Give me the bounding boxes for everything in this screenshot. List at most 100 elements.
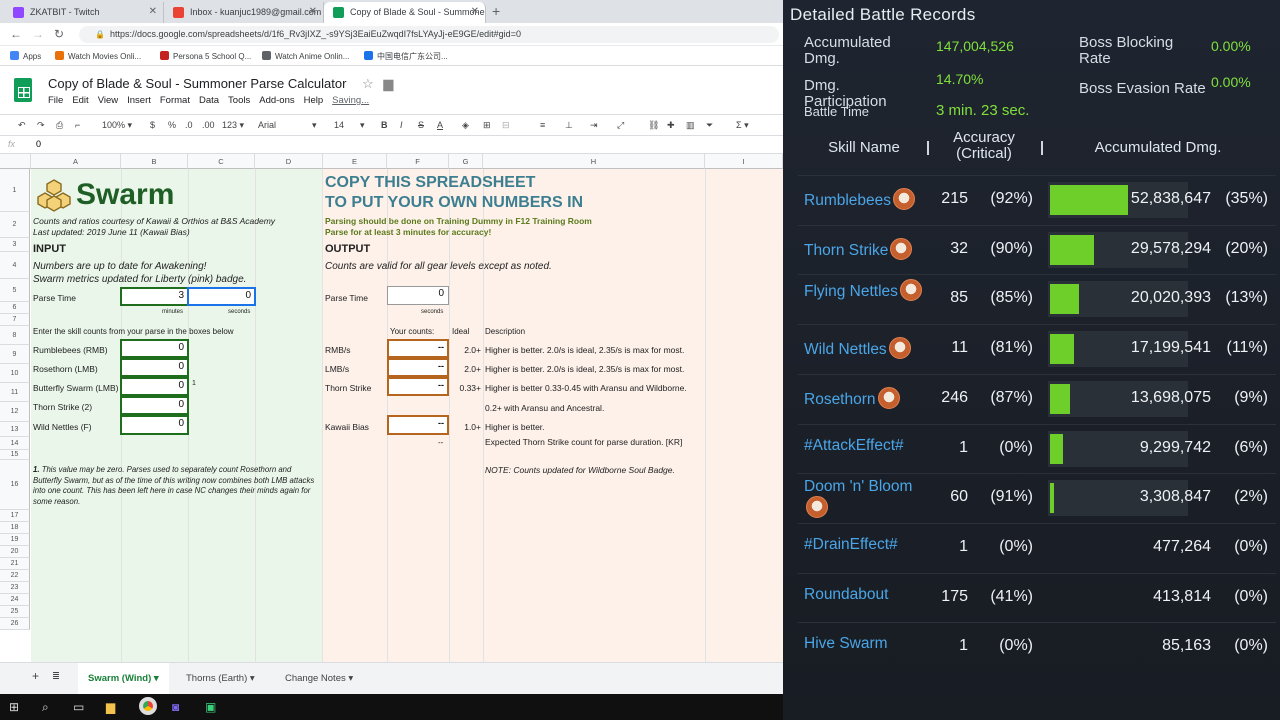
bookmark-anime[interactable]: Watch Anime Onlin... — [262, 51, 349, 61]
back-icon[interactable]: ← — [10, 27, 22, 41]
document-title[interactable]: Copy of Blade & Soul - Summoner Parse Ca… — [48, 76, 393, 92]
row-header[interactable]: 15 — [0, 450, 30, 460]
merge-icon[interactable]: ⊟ — [502, 120, 510, 131]
italic-button[interactable]: I — [400, 120, 403, 130]
thorn-strike-input[interactable]: 0 — [120, 396, 189, 415]
rotate-icon[interactable]: ⤢ — [617, 120, 624, 131]
menu-addons[interactable]: Add-ons — [259, 95, 294, 106]
minutes-input[interactable]: 3 — [120, 287, 189, 306]
decrease-decimal-button[interactable]: .0 — [185, 120, 193, 130]
strikethrough-button[interactable]: S — [418, 120, 424, 130]
column-header[interactable]: I — [705, 154, 783, 169]
tab-gmail[interactable]: Inbox - kuanjuc1989@gmail.com ✕ — [164, 2, 324, 23]
column-header[interactable]: H — [483, 154, 705, 169]
row-header[interactable]: 9 — [0, 345, 30, 364]
currency-button[interactable]: $ — [150, 120, 155, 130]
row-header[interactable]: 4 — [0, 252, 30, 279]
rumblebees-input[interactable]: 0 — [120, 339, 189, 358]
functions-icon[interactable]: Σ ▾ — [736, 120, 749, 131]
menu-view[interactable]: View — [98, 95, 118, 106]
sheet-tab-thorns[interactable]: Thorns (Earth) ▾ — [186, 673, 255, 684]
star-icon[interactable]: ☆ — [362, 76, 374, 91]
valign-icon[interactable]: ⊥ — [565, 120, 573, 131]
close-icon[interactable]: ✕ — [309, 6, 317, 17]
sheet-tab-change-notes[interactable]: Change Notes ▾ — [285, 673, 353, 684]
new-tab-button[interactable]: + — [492, 3, 500, 19]
bookmark-persona[interactable]: Persona 5 School Q... — [160, 51, 251, 61]
row-header[interactable]: 1 — [0, 169, 30, 212]
fill-color-icon[interactable]: ◈ — [462, 120, 469, 131]
tab-sheets[interactable]: Copy of Blade & Soul - Summoner ✕ — [324, 2, 486, 23]
text-color-button[interactable]: A — [437, 120, 443, 130]
column-header[interactable]: D — [255, 154, 323, 169]
align-icon[interactable]: ≡ — [540, 120, 545, 130]
row-header[interactable]: 3 — [0, 238, 30, 252]
windows-start-icon[interactable]: ⊞ — [9, 700, 19, 714]
column-header[interactable]: B — [121, 154, 188, 169]
sheet-tab-swarm[interactable]: Swarm (Wind) ▾ — [78, 663, 169, 694]
sheets-logo-icon[interactable] — [14, 78, 32, 102]
zoom-select[interactable]: 100% ▾ — [102, 120, 132, 131]
menu-data[interactable]: Data — [199, 95, 219, 106]
menu-tools[interactable]: Tools — [228, 95, 250, 106]
redo-icon[interactable]: ↷ — [37, 120, 45, 131]
row-header[interactable]: 20 — [0, 546, 30, 558]
row-header[interactable]: 8 — [0, 326, 30, 345]
row-header[interactable]: 26 — [0, 618, 30, 630]
link-icon[interactable]: ⛓ — [648, 120, 659, 131]
filter-icon[interactable]: ⏷ — [706, 120, 713, 131]
row-header[interactable]: 12 — [0, 402, 30, 422]
font-size-select[interactable]: 14 ▾ — [334, 120, 370, 130]
menu-file[interactable]: File — [48, 95, 63, 106]
tab-twitch[interactable]: ZKATBIT - Twitch ✕ — [4, 2, 164, 23]
seconds-input[interactable]: 0 — [187, 287, 256, 306]
discord-icon[interactable]: ◙ — [172, 700, 179, 714]
forward-icon[interactable]: → — [32, 27, 44, 41]
bookmark-apps[interactable]: Apps — [10, 51, 41, 61]
row-header[interactable]: 10 — [0, 364, 30, 383]
menu-help[interactable]: Help — [304, 95, 324, 106]
percent-button[interactable]: % — [168, 120, 176, 130]
row-header[interactable]: 24 — [0, 594, 30, 606]
row-header[interactable]: 25 — [0, 606, 30, 618]
font-select[interactable]: Arial ▾ — [258, 120, 318, 130]
app-icon[interactable]: ▣ — [205, 700, 216, 714]
row-header[interactable]: 16 — [0, 460, 30, 510]
row-header[interactable]: 13 — [0, 422, 30, 437]
row-header[interactable]: 23 — [0, 582, 30, 594]
row-header[interactable]: 7 — [0, 314, 30, 326]
menu-edit[interactable]: Edit — [72, 95, 88, 106]
row-header[interactable]: 21 — [0, 558, 30, 570]
reload-icon[interactable]: ↻ — [54, 27, 64, 41]
print-icon[interactable]: ⎙ — [56, 120, 63, 131]
number-format-select[interactable]: 123 ▾ — [222, 120, 244, 131]
column-header[interactable]: E — [323, 154, 387, 169]
formula-input[interactable]: 0 — [36, 139, 41, 149]
column-header[interactable]: G — [449, 154, 483, 169]
comment-icon[interactable]: ✚ — [667, 120, 675, 131]
row-header[interactable]: 17 — [0, 510, 30, 522]
wrap-icon[interactable]: ⇥ — [590, 120, 598, 131]
column-header[interactable]: C — [188, 154, 255, 169]
chart-icon[interactable]: ▥ — [686, 120, 695, 131]
all-sheets-icon[interactable]: ≣ — [52, 671, 60, 682]
url-field[interactable]: 🔒 https://docs.google.com/spreadsheets/d/… — [79, 26, 779, 43]
close-icon[interactable]: ✕ — [471, 6, 479, 17]
paint-format-icon[interactable]: ⌐ — [75, 120, 80, 130]
folder-icon[interactable]: ▆ — [383, 76, 393, 91]
chrome-icon[interactable] — [139, 697, 157, 715]
bookmark-telecom[interactable]: 中国电信广东公司... — [364, 51, 448, 62]
task-view-icon[interactable]: ▭ — [73, 700, 84, 714]
undo-icon[interactable]: ↶ — [18, 120, 26, 131]
row-header[interactable]: 14 — [0, 437, 30, 450]
bookmark-movies[interactable]: Watch Movies Onli... — [55, 51, 141, 61]
bold-button[interactable]: B — [381, 120, 388, 130]
row-header[interactable]: 22 — [0, 570, 30, 582]
row-header[interactable]: 18 — [0, 522, 30, 534]
menu-insert[interactable]: Insert — [127, 95, 151, 106]
row-header[interactable]: 11 — [0, 383, 30, 402]
column-header[interactable]: F — [387, 154, 449, 169]
borders-icon[interactable]: ⊞ — [483, 120, 491, 131]
rosethorn-input[interactable]: 0 — [120, 358, 189, 377]
row-header[interactable]: 5 — [0, 279, 30, 302]
